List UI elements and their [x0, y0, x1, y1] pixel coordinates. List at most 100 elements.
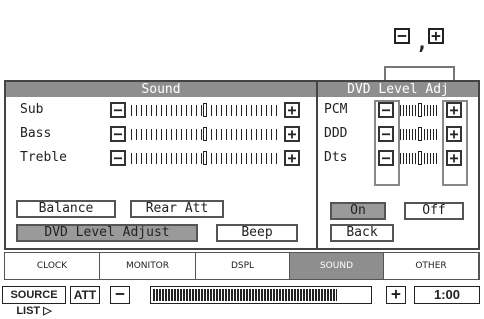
- level-tick: [231, 129, 232, 140]
- level-tick: [176, 153, 177, 164]
- level-tick: [226, 105, 227, 116]
- level-tick: [186, 153, 187, 164]
- level-tick: [151, 153, 152, 164]
- level-tick: [403, 153, 404, 164]
- panel-divider: [316, 82, 318, 248]
- sound-minus-button[interactable]: −: [110, 102, 126, 118]
- level-tick: [246, 153, 247, 164]
- level-tick: [161, 153, 162, 164]
- sound-minus-button[interactable]: −: [110, 126, 126, 142]
- tab-monitor[interactable]: MONITOR: [100, 253, 196, 279]
- sound-row-label: Treble: [20, 150, 67, 165]
- level-tick: [271, 153, 272, 164]
- callout-minus-icon: −: [394, 28, 410, 44]
- back-button[interactable]: Back: [330, 224, 394, 242]
- level-tick: [201, 129, 202, 140]
- level-tick: [409, 153, 410, 164]
- level-tick: [231, 153, 232, 164]
- source-list-button[interactable]: SOURCE LIST ▷: [2, 286, 66, 317]
- volume-bar: [150, 286, 372, 304]
- sound-level-knob[interactable]: [203, 127, 207, 141]
- level-tick: [276, 153, 277, 164]
- level-tick: [201, 153, 202, 164]
- on-button[interactable]: On: [330, 202, 386, 220]
- level-tick: [424, 129, 425, 140]
- sound-minus-button[interactable]: −: [110, 150, 126, 166]
- level-tick: [406, 129, 407, 140]
- level-tick: [251, 105, 252, 116]
- level-tick: [141, 129, 142, 140]
- rear-att-button[interactable]: Rear Att: [130, 200, 224, 218]
- sound-level-knob[interactable]: [203, 103, 207, 117]
- minus-column-highlight: [374, 100, 400, 186]
- level-tick: [400, 153, 401, 164]
- callout-comma: ,: [416, 30, 429, 54]
- level-tick: [226, 153, 227, 164]
- volume-minus-button[interactable]: −: [110, 286, 130, 304]
- level-tick: [241, 153, 242, 164]
- sound-plus-button[interactable]: +: [284, 150, 300, 166]
- volume-plus-button[interactable]: +: [386, 286, 406, 304]
- sound-plus-button[interactable]: +: [284, 126, 300, 142]
- tab-clock[interactable]: CLOCK: [5, 253, 100, 279]
- level-tick: [403, 129, 404, 140]
- dvd-level-knob[interactable]: [418, 103, 422, 117]
- level-tick: [221, 129, 222, 140]
- level-tick: [171, 105, 172, 116]
- tab-sound[interactable]: SOUND: [290, 253, 384, 279]
- sound-level-bar: [130, 151, 280, 165]
- level-tick: [276, 105, 277, 116]
- level-tick: [427, 153, 428, 164]
- level-tick: [211, 153, 212, 164]
- level-tick: [409, 129, 410, 140]
- level-tick: [246, 129, 247, 140]
- level-tick: [412, 129, 413, 140]
- level-tick: [256, 153, 257, 164]
- level-tick: [166, 129, 167, 140]
- sound-settings-screen: Sound DVD Level Adj Sub − + Bass − + Treble − + …: [4, 80, 480, 250]
- level-tick: [241, 129, 242, 140]
- tab-dspl[interactable]: DSPL: [196, 253, 290, 279]
- level-tick: [400, 129, 401, 140]
- level-tick: [271, 105, 272, 116]
- level-tick: [211, 105, 212, 116]
- level-tick: [236, 129, 237, 140]
- level-tick: [191, 129, 192, 140]
- level-tick: [141, 105, 142, 116]
- level-tick: [181, 153, 182, 164]
- tab-other[interactable]: OTHER: [384, 253, 479, 279]
- beep-button[interactable]: Beep: [216, 224, 298, 242]
- tab-bar: CLOCK MONITOR DSPL SOUND OTHER: [4, 252, 480, 280]
- level-tick: [166, 153, 167, 164]
- level-tick: [136, 105, 137, 116]
- sound-row-label: Sub: [20, 102, 44, 117]
- level-tick: [156, 129, 157, 140]
- balance-button[interactable]: Balance: [16, 200, 116, 218]
- level-tick: [146, 129, 147, 140]
- level-tick: [433, 105, 434, 116]
- off-button[interactable]: Off: [404, 202, 464, 220]
- level-tick: [427, 105, 428, 116]
- level-tick: [136, 129, 137, 140]
- level-tick: [403, 105, 404, 116]
- level-tick: [146, 105, 147, 116]
- level-tick: [156, 153, 157, 164]
- dvd-level-knob[interactable]: [418, 151, 422, 165]
- level-tick: [261, 129, 262, 140]
- level-tick: [246, 105, 247, 116]
- level-tick: [276, 129, 277, 140]
- level-tick: [409, 105, 410, 116]
- dvd-level-knob[interactable]: [418, 127, 422, 141]
- level-tick: [433, 153, 434, 164]
- level-tick: [261, 105, 262, 116]
- level-tick: [151, 129, 152, 140]
- sound-plus-button[interactable]: +: [284, 102, 300, 118]
- dvd-level-bar: [400, 151, 440, 165]
- level-tick: [221, 153, 222, 164]
- dvd-level-adjust-button[interactable]: DVD Level Adjust: [16, 224, 198, 242]
- level-tick: [226, 129, 227, 140]
- volume-bar-fill: [153, 289, 337, 301]
- att-button[interactable]: ATT: [70, 286, 100, 304]
- sound-level-knob[interactable]: [203, 151, 207, 165]
- level-tick: [415, 129, 416, 140]
